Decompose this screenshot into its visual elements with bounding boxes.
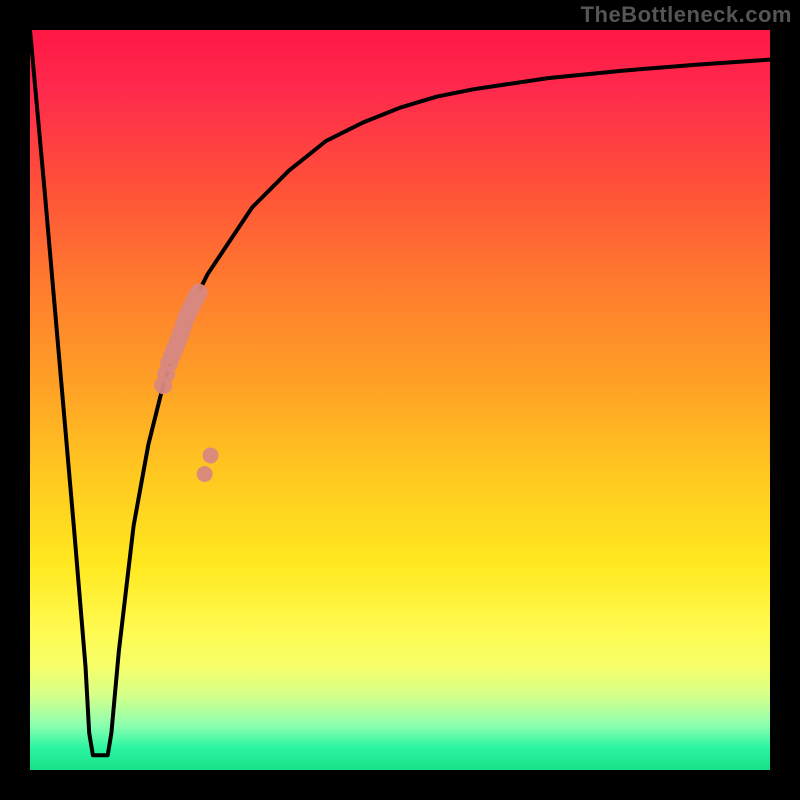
highlight-dot (203, 448, 219, 464)
highlight-dots (154, 284, 218, 482)
watermark-text: TheBottleneck.com (581, 2, 792, 28)
highlight-dot (197, 466, 213, 482)
curve-svg (30, 30, 770, 770)
highlight-dot (190, 284, 208, 302)
plot-inner (30, 30, 770, 770)
plot-area (30, 30, 770, 770)
bottleneck-curve (30, 30, 770, 755)
chart-frame: TheBottleneck.com (0, 0, 800, 800)
